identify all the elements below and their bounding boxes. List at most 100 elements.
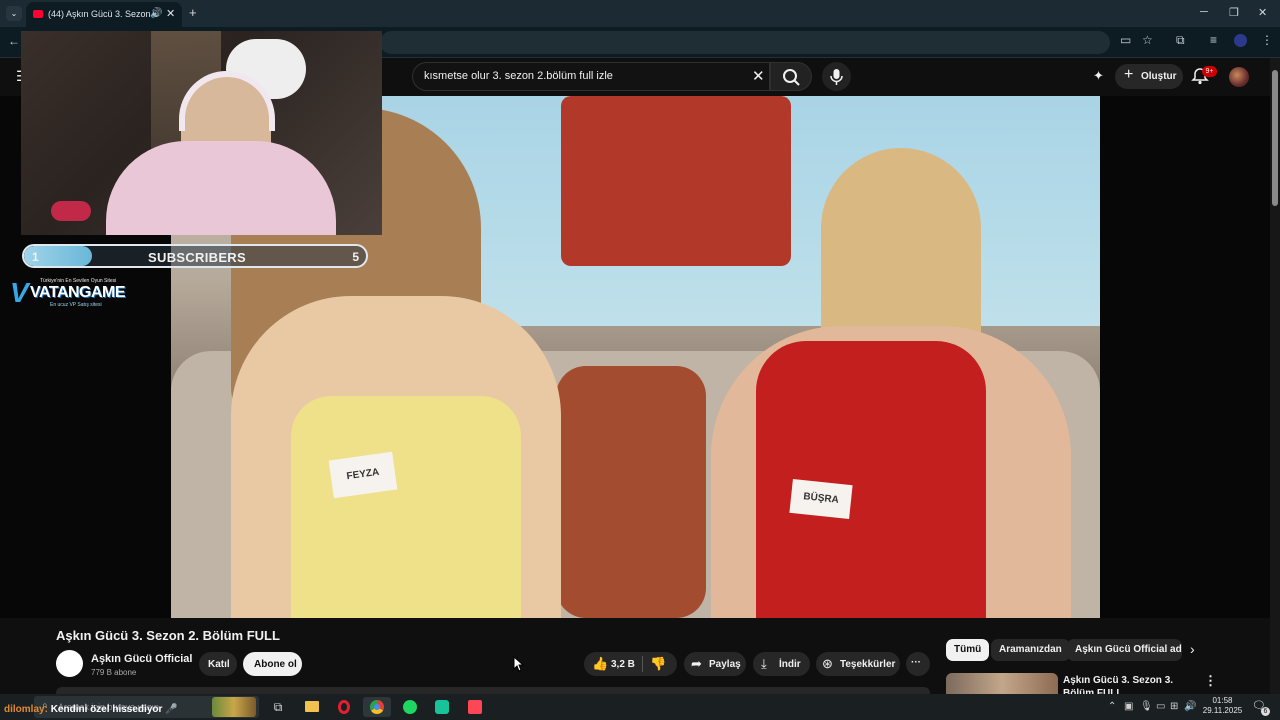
clock-date: 29.11.2025 (1202, 706, 1243, 715)
tray-display-icon[interactable]: ▭ (1156, 701, 1165, 712)
tray-volume-icon[interactable]: 🔊 (1184, 701, 1196, 712)
user-avatar[interactable] (1229, 67, 1249, 87)
chip-next-icon[interactable]: › (1190, 641, 1195, 657)
search-icon (783, 69, 800, 86)
subscriber-goal-bar: 1 SUBSCRIBERS 5 (22, 244, 368, 268)
extensions-icon[interactable]: ⧉ (1176, 33, 1185, 48)
notification-badge: 9+ (1202, 66, 1217, 77)
more-actions-button[interactable]: ··· (906, 652, 930, 676)
thumbs-up-icon: 👍 (592, 656, 609, 671)
create-label: Oluştur (1141, 71, 1177, 82)
search-clear-icon[interactable]: ✕ (752, 67, 765, 85)
sponsor-name: VATANGAME (30, 284, 126, 301)
spotify-icon[interactable] (396, 697, 424, 717)
subscribe-label: Abone ol (254, 659, 297, 670)
nametag-right: BÜŞRA (789, 478, 853, 520)
discord-icon[interactable] (428, 697, 456, 717)
bookmark-star-icon[interactable]: ☆ (1142, 33, 1153, 47)
join-label: Katıl (208, 659, 230, 670)
tray-app-icon[interactable]: ▣ (1124, 701, 1133, 712)
create-button[interactable]: + Oluştur (1115, 64, 1183, 89)
back-arrow-icon[interactable]: ← (8, 34, 20, 48)
sponsor-sub-tagline: En ucuz VP Satış sitesi (50, 302, 102, 308)
more-actions-icon: ··· (911, 657, 921, 668)
like-count: 3,2 B (611, 659, 635, 670)
chip-all[interactable]: Tümü (946, 639, 990, 661)
channel-name[interactable]: Aşkın Gücü Official (91, 653, 192, 665)
tab-close-icon[interactable]: ✕ (166, 7, 175, 20)
subscribe-button[interactable]: Abone ol (243, 652, 302, 676)
thanks-button[interactable]: ⊛ Teşekkürler (816, 652, 900, 676)
file-explorer-icon[interactable] (298, 697, 326, 717)
clock-time: 01:58 (1212, 696, 1233, 705)
mouse-cursor-icon (513, 656, 525, 672)
chat-ticker: dilomlay: Kendini özel hissediyor 🎤 (4, 704, 178, 715)
thumbs-down-icon[interactable]: 👎 (650, 656, 666, 672)
premium-sparkle-icon[interactable]: ✦ (1093, 68, 1104, 84)
new-tab-button[interactable]: + (189, 5, 197, 20)
search-query: kısmetse olur 3. sezon 2.bölüm full izle (424, 70, 613, 82)
minimize-button[interactable]: ─ (1200, 6, 1208, 18)
browser-menu-icon[interactable]: ⋮ (1261, 33, 1273, 47)
streamer-hoodie (106, 141, 336, 235)
recommended-menu-icon[interactable]: ⋮ (1204, 673, 1217, 689)
ticker-user: dilomlay: (4, 704, 48, 715)
download-icon: ⤓ (761, 656, 767, 671)
cast-icon[interactable]: ▭ (1120, 33, 1131, 47)
download-button[interactable]: ⤓ İndir (753, 652, 810, 676)
pillow (556, 366, 706, 618)
address-field[interactable] (380, 31, 1110, 54)
tray-mic-icon[interactable]: 🎙 (1140, 701, 1153, 712)
tray-network-icon[interactable]: ⊞ (1170, 701, 1178, 712)
profile-icon[interactable] (1234, 34, 1247, 47)
opera-icon[interactable] (330, 697, 358, 717)
close-window-button[interactable]: ✕ (1258, 6, 1267, 19)
subscriber-goal-label: SUBSCRIBERS (148, 250, 246, 265)
microphone-icon (830, 69, 843, 85)
task-view-icon[interactable]: ⧉ (264, 697, 292, 717)
person-right-dress (756, 341, 986, 618)
youtube-favicon-icon (33, 10, 43, 18)
chip-from-search[interactable]: Aramanızdan (991, 639, 1070, 661)
like-button[interactable]: 👍 3,2 B 👎 (584, 652, 677, 676)
recommended-thumbnail[interactable] (946, 673, 1058, 695)
ticker-message: Kendini özel hissediyor 🎤 (50, 704, 178, 715)
video-title: Aşkın Gücü 3. Sezon 2. Bölüm FULL (56, 628, 280, 643)
chrome-icon[interactable] (363, 697, 391, 717)
media-icon[interactable]: ≡ (1210, 33, 1217, 47)
speaker-icon[interactable]: 🔊 (150, 8, 162, 19)
share-button[interactable]: ➦ Paylaş (684, 652, 746, 676)
search-button[interactable] (770, 62, 812, 91)
tab-title: (44) Aşkın Gücü 3. Sezon 2. Bölüm FULL -… (48, 9, 158, 19)
tab-youtube[interactable]: (44) Aşkın Gücü 3. Sezon 2. Bölüm FULL -… (26, 2, 182, 27)
channel-avatar[interactable] (56, 650, 83, 677)
notification-center-count: 6 (1261, 707, 1270, 716)
plus-icon: + (1124, 66, 1134, 83)
thanks-dollar-icon: ⊛ (822, 656, 833, 671)
sponsor-logo: V Türkiye'nin En Sevilen Oyun Sitesi VAT… (10, 275, 155, 309)
join-button[interactable]: Katıl (199, 652, 237, 676)
person-left-dress (291, 396, 521, 618)
subscriber-goal-end: 5 (352, 250, 359, 264)
browser-tab-bar: ⌄ (44) Aşkın Gücü 3. Sezon 2. Bölüm FULL… (0, 0, 1280, 27)
gaming-mouse (51, 201, 91, 221)
tray-chevron-icon[interactable]: ⌃ (1108, 701, 1116, 712)
scrollbar-thumb[interactable] (1272, 70, 1278, 206)
sponsor-logo-mark: V (10, 277, 29, 308)
share-label: Paylaş (709, 659, 741, 670)
search-highlight-image (212, 697, 256, 717)
recommended-title[interactable]: Aşkın Gücü 3. Sezon 3. Bölüm FULL (1063, 674, 1198, 696)
chip-channel[interactable]: Aşkın Gücü Official adlı (1067, 639, 1182, 661)
taskbar-clock[interactable]: 01:58 29.11.2025 (1200, 696, 1245, 716)
background-chair (561, 96, 791, 266)
like-divider (642, 656, 643, 672)
thanks-label: Teşekkürler (840, 659, 896, 670)
restore-button[interactable]: ❐ (1229, 6, 1239, 19)
share-arrow-icon: ➦ (691, 656, 702, 671)
channel-subscriber-count: 779 B abone (91, 668, 137, 677)
download-label: İndir (779, 659, 801, 670)
tab-search-button[interactable]: ⌄ (6, 6, 22, 21)
valorant-icon[interactable] (461, 697, 489, 717)
voice-search-button[interactable] (822, 62, 851, 91)
webcam-overlay (21, 31, 382, 235)
